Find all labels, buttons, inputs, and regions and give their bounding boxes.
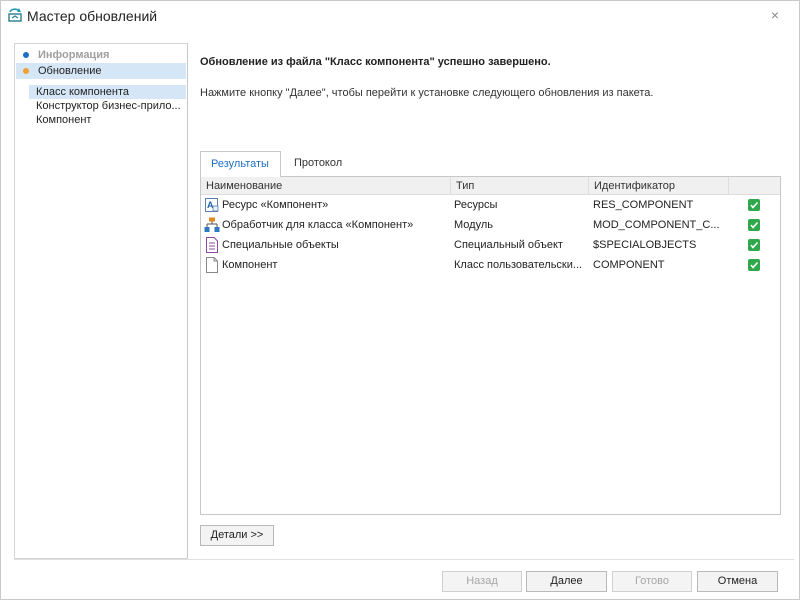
step-update[interactable]: Обновление bbox=[16, 63, 186, 79]
row-id: MOD_COMPONENT_C... bbox=[593, 219, 720, 231]
special-objects-icon bbox=[204, 237, 220, 253]
window-title: Мастер обновлений bbox=[27, 8, 158, 24]
back-button[interactable]: Назад bbox=[442, 571, 522, 592]
step-label: Обновление bbox=[38, 65, 102, 77]
details-button[interactable]: Детали >> bbox=[200, 525, 274, 546]
resource-icon: A bbox=[204, 197, 220, 213]
main-content: Обновление из файла "Класс компонента" у… bbox=[189, 43, 794, 559]
row-id: $SPECIALOBJECTS bbox=[593, 239, 697, 251]
table-row[interactable]: A Ресурс «Компонент» Ресурсы RES_COMPONE… bbox=[201, 195, 780, 215]
table-row[interactable]: Компонент Класс пользовательски... COMPO… bbox=[201, 255, 780, 275]
row-name: Компонент bbox=[222, 259, 278, 271]
row-checkbox[interactable] bbox=[748, 199, 760, 211]
row-type: Ресурсы bbox=[454, 199, 498, 211]
results-table: Наименование Тип Идентификатор A Ресурс … bbox=[200, 176, 781, 515]
substep-business-app-constructor[interactable]: Конструктор бизнес-прило... bbox=[29, 99, 186, 113]
table-header: Наименование Тип Идентификатор bbox=[201, 177, 780, 195]
checkmark-icon bbox=[750, 261, 759, 269]
module-icon bbox=[204, 217, 220, 233]
step-information[interactable]: Информация bbox=[16, 47, 186, 63]
finish-button[interactable]: Готово bbox=[612, 571, 692, 592]
row-name: Ресурс «Компонент» bbox=[222, 199, 329, 211]
wizard-steps-panel: Информация Обновление Класс компонента К… bbox=[14, 43, 188, 559]
column-header-id[interactable]: Идентификатор bbox=[589, 177, 729, 195]
row-type: Специальный объект bbox=[454, 239, 563, 251]
row-checkbox[interactable] bbox=[748, 239, 760, 251]
instruction-text: Нажмите кнопку "Далее", чтобы перейти к … bbox=[200, 87, 654, 99]
column-header-type[interactable]: Тип bbox=[451, 177, 589, 195]
row-name: Обработчик для класса «Компонент» bbox=[222, 219, 414, 231]
column-header-check bbox=[729, 177, 780, 195]
cancel-button[interactable]: Отмена bbox=[697, 571, 778, 592]
page-title: Обновление из файла "Класс компонента" у… bbox=[200, 56, 551, 68]
close-icon[interactable]: × bbox=[771, 7, 779, 23]
checkmark-icon bbox=[750, 221, 759, 229]
substep-label: Компонент bbox=[36, 114, 92, 126]
substep-component-class[interactable]: Класс компонента bbox=[29, 85, 186, 99]
row-checkbox[interactable] bbox=[748, 259, 760, 271]
tab-results[interactable]: Результаты bbox=[200, 151, 281, 177]
column-header-name[interactable]: Наименование bbox=[201, 177, 451, 195]
row-type: Модуль bbox=[454, 219, 493, 231]
substep-label: Конструктор бизнес-прило... bbox=[36, 100, 181, 112]
substep-component[interactable]: Компонент bbox=[29, 113, 186, 127]
title-bar: Мастер обновлений × bbox=[1, 1, 799, 31]
row-type: Класс пользовательски... bbox=[454, 259, 583, 271]
tab-event-log[interactable]: Протокол событий bbox=[284, 151, 394, 193]
update-wizard-window: Мастер обновлений × Информация Обновлени… bbox=[0, 0, 800, 600]
step-label: Информация bbox=[38, 49, 110, 61]
checkmark-icon bbox=[750, 241, 759, 249]
checkmark-icon bbox=[750, 201, 759, 209]
table-row[interactable]: Обработчик для класса «Компонент» Модуль… bbox=[201, 215, 780, 235]
row-name: Специальные объекты bbox=[222, 239, 339, 251]
footer-divider bbox=[14, 559, 794, 560]
step-done-dot-icon bbox=[23, 52, 29, 58]
row-checkbox[interactable] bbox=[748, 219, 760, 231]
next-button[interactable]: Далее bbox=[526, 571, 607, 592]
document-icon bbox=[204, 257, 220, 273]
step-current-dot-icon bbox=[23, 68, 29, 74]
substep-label: Класс компонента bbox=[36, 86, 129, 98]
row-id: COMPONENT bbox=[593, 259, 665, 271]
row-id: RES_COMPONENT bbox=[593, 199, 694, 211]
table-row[interactable]: Специальные объекты Специальный объект $… bbox=[201, 235, 780, 255]
update-wizard-icon bbox=[7, 7, 23, 23]
